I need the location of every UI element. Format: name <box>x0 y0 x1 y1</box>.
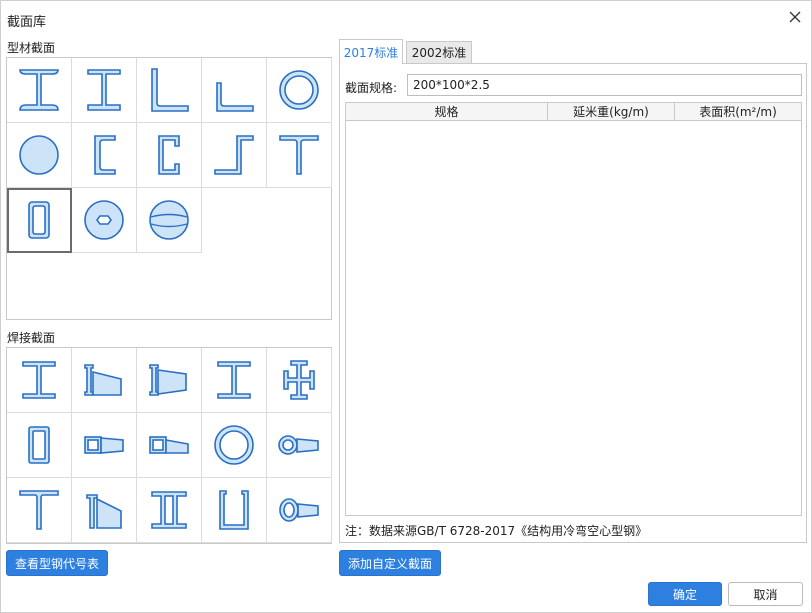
unequal-angle-icon <box>216 82 254 112</box>
welded-h-beam-cell[interactable] <box>202 348 267 413</box>
unequal-angle-cell[interactable] <box>202 58 267 123</box>
welded-i-beam-icon <box>22 361 56 399</box>
ellipse-tapered-cell[interactable] <box>267 478 332 543</box>
i-beam-cell[interactable] <box>7 58 72 123</box>
hexagon-nut-cell[interactable] <box>72 188 137 253</box>
section-library-dialog: 截面库 型材截面 焊接截面 查看型钢代号表 2017标准 2002标准 截面规格… <box>0 0 812 613</box>
welded-box-cell[interactable] <box>7 413 72 478</box>
u-section-cell[interactable] <box>202 478 267 543</box>
u-section-icon <box>219 490 249 530</box>
welded-tube-cell[interactable] <box>202 413 267 478</box>
h-beam-icon <box>87 69 121 111</box>
cross-section-cell[interactable] <box>267 348 332 413</box>
tapered-i-beam-cell[interactable] <box>72 348 137 413</box>
column-header-surface-area[interactable]: 表面积(m²/m) <box>675 103 801 121</box>
lipped-channel-icon <box>158 135 180 175</box>
circular-tube-cell[interactable] <box>267 58 332 123</box>
box-tapered-2-cell[interactable] <box>137 413 202 478</box>
dialog-title: 截面库 <box>7 15 47 30</box>
z-section-icon <box>214 135 254 175</box>
round-bar-icon <box>19 135 59 175</box>
t-section-icon <box>279 135 319 175</box>
equal-angle-cell[interactable] <box>137 58 202 123</box>
tapered-i-beam-2-icon <box>149 364 187 396</box>
column-header-weight[interactable]: 延米重(kg/m) <box>548 103 675 121</box>
lipped-channel-cell[interactable] <box>137 123 202 188</box>
rectangular-tube-icon <box>28 201 50 239</box>
double-i-cell[interactable] <box>137 478 202 543</box>
tapered-t-icon <box>86 494 122 529</box>
rectangular-tube-cell[interactable] <box>7 188 72 253</box>
welded-section-label: 焊接截面 <box>7 331 56 345</box>
tube-tapered-icon <box>278 435 319 455</box>
equal-angle-icon <box>151 68 189 112</box>
i-beam-icon <box>19 69 59 111</box>
welded-i-beam-cell[interactable] <box>7 348 72 413</box>
welded-section-grid <box>6 347 332 544</box>
cross-section-icon <box>283 360 315 400</box>
welded-h-beam-icon <box>217 361 251 399</box>
double-i-icon <box>151 491 187 529</box>
tapered-i-beam-icon <box>84 364 122 396</box>
tab-2017-standard[interactable]: 2017标准 <box>339 39 403 64</box>
spec-table: 规格 延米重(kg/m) 表面积(m²/m) <box>345 102 802 516</box>
welded-t-cell[interactable] <box>7 478 72 543</box>
profile-section-grid <box>6 57 332 320</box>
ellipse-tapered-icon <box>279 498 319 522</box>
welded-tube-icon <box>214 425 254 465</box>
t-section-cell[interactable] <box>267 123 332 188</box>
channel-icon <box>94 135 116 175</box>
circular-tube-icon <box>279 70 319 110</box>
hexagon-nut-icon <box>84 200 124 240</box>
h-beam-cell[interactable] <box>72 58 137 123</box>
standard-panel: 截面规格: 规格 延米重(kg/m) 表面积(m²/m) 注：数据来源GB/T … <box>339 63 807 543</box>
welded-t-icon <box>19 490 59 530</box>
box-tapered-icon <box>84 436 124 454</box>
sphere-icon <box>149 200 189 240</box>
close-icon[interactable] <box>787 9 803 25</box>
spec-label: 截面规格: <box>345 81 398 95</box>
spec-input[interactable] <box>407 74 802 96</box>
tube-tapered-cell[interactable] <box>267 413 332 478</box>
round-bar-cell[interactable] <box>7 123 72 188</box>
ok-button[interactable]: 确定 <box>648 582 722 606</box>
view-codes-button[interactable]: 查看型钢代号表 <box>6 550 108 576</box>
box-tapered-cell[interactable] <box>72 413 137 478</box>
tapered-t-cell[interactable] <box>72 478 137 543</box>
profile-section-label: 型材截面 <box>7 41 56 55</box>
box-tapered-2-icon <box>149 436 189 454</box>
tab-2002-standard[interactable]: 2002标准 <box>406 41 472 63</box>
tapered-i-beam-2-cell[interactable] <box>137 348 202 413</box>
cancel-button[interactable]: 取消 <box>728 582 803 606</box>
data-source-note: 注：数据来源GB/T 6728-2017《结构用冷弯空心型钢》 <box>345 524 648 538</box>
column-header-spec[interactable]: 规格 <box>346 103 548 121</box>
channel-cell[interactable] <box>72 123 137 188</box>
z-section-cell[interactable] <box>202 123 267 188</box>
welded-box-icon <box>28 426 50 464</box>
add-custom-section-button[interactable]: 添加自定义截面 <box>339 550 441 576</box>
sphere-cell[interactable] <box>137 188 202 253</box>
